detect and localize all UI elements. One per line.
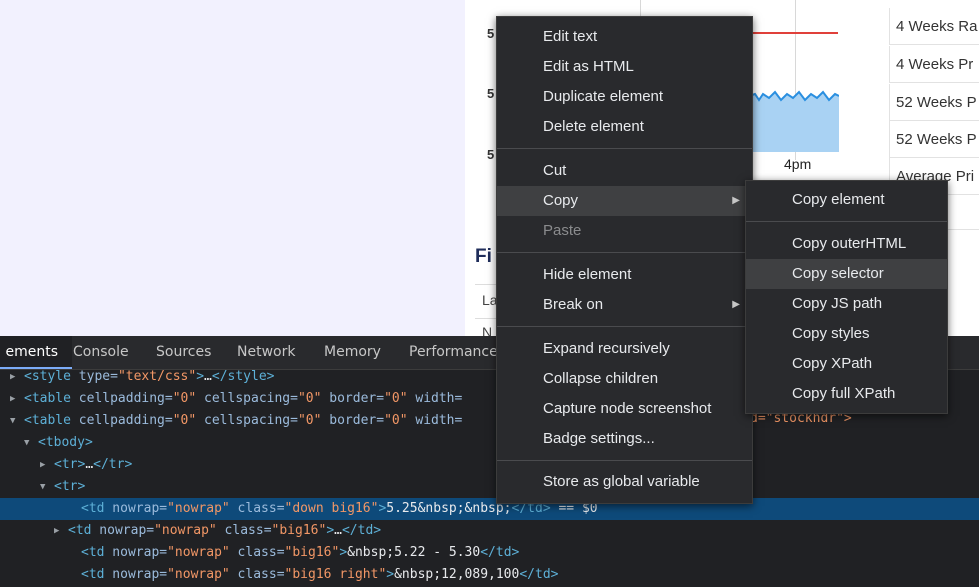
menu-item-badge-settings[interactable]: Badge settings...: [497, 424, 752, 454]
y-axis-label: 5: [487, 147, 495, 162]
dom-node-code: <table cellpadding="0" cellspacing="0" b…: [24, 413, 463, 428]
table-row: 52 Weeks P: [889, 84, 979, 121]
table-row: 4 Weeks Pr: [889, 46, 979, 83]
menu-item-expand-recursively[interactable]: Expand recursively: [497, 334, 752, 364]
dom-node[interactable]: ▶ <td nowrap="nowrap" class="big16">…</td…: [0, 520, 979, 542]
menu-separator: [497, 326, 752, 327]
dom-node-code: <tbody>: [38, 435, 93, 450]
page-background: [0, 0, 465, 336]
menu-item-copy[interactable]: Copy ▶: [497, 186, 752, 216]
y-axis-label: 5: [487, 86, 495, 101]
menu-item-copy-outerhtml[interactable]: Copy outerHTML: [746, 229, 947, 259]
dom-node[interactable]: <td nowrap="nowrap" class="big16">&nbsp;…: [0, 542, 979, 564]
menu-item-copy-label: Copy: [543, 192, 579, 209]
menu-item-collapse-children[interactable]: Collapse children: [497, 364, 752, 394]
dom-node-code: <td nowrap="nowrap" class="big16">…</td>: [68, 523, 382, 538]
menu-item-hide-element[interactable]: Hide element: [497, 260, 752, 290]
menu-item-capture-node-screenshot[interactable]: Capture node screenshot: [497, 394, 752, 424]
menu-item-copy-js-path[interactable]: Copy JS path: [746, 289, 947, 319]
expand-triangle-icon[interactable]: ▶: [54, 520, 59, 542]
menu-item-duplicate-element[interactable]: Duplicate element: [497, 82, 752, 112]
expand-triangle-icon[interactable]: ▶: [40, 454, 45, 476]
x-axis-label: 4pm: [784, 156, 812, 172]
dom-node-code: <td nowrap="nowrap" class="big16">&nbsp;…: [81, 545, 520, 560]
submenu-arrow-icon: ▶: [732, 299, 740, 310]
menu-item-cut[interactable]: Cut: [497, 156, 752, 186]
menu-item-copy-element[interactable]: Copy element: [746, 185, 947, 215]
menu-item-store-as-global-variable[interactable]: Store as global variable: [497, 467, 752, 497]
menu-separator: [497, 252, 752, 253]
collapse-triangle-icon[interactable]: ▼: [24, 432, 29, 454]
menu-separator: [746, 221, 947, 222]
tab-elements[interactable]: ements: [0, 336, 72, 369]
dom-node-code: <table cellpadding="0" cellspacing="0" b…: [24, 391, 463, 406]
menu-item-copy-styles[interactable]: Copy styles: [746, 319, 947, 349]
tab-sources[interactable]: Sources: [156, 336, 211, 369]
tab-console[interactable]: Console: [73, 336, 129, 369]
dom-node-code: <tr>…</tr>: [54, 457, 133, 472]
menu-item-break-on-label: Break on: [543, 296, 604, 313]
dom-node-code: <td nowrap="nowrap" class="big16 right">…: [81, 567, 559, 582]
menu-separator: [497, 460, 752, 461]
expand-triangle-icon[interactable]: ▶: [10, 388, 15, 410]
submenu-arrow-icon: ▶: [732, 195, 740, 206]
dom-node[interactable]: ▼ <tr>: [0, 476, 979, 498]
menu-item-delete-element[interactable]: Delete element: [497, 112, 752, 142]
dom-node-code: <tr>: [54, 479, 86, 494]
table-row: 52 Weeks P: [889, 121, 979, 158]
copy-submenu: Copy element Copy outerHTML Copy selecto…: [745, 180, 948, 414]
dom-node[interactable]: ▼ <tbody>: [0, 432, 979, 454]
y-axis-label: 5: [487, 26, 495, 41]
dom-node-selected[interactable]: <td nowrap="nowrap" class="down big16">5…: [0, 498, 979, 520]
collapse-triangle-icon[interactable]: ▼: [40, 476, 45, 498]
menu-item-edit-text[interactable]: Edit text: [497, 22, 752, 52]
menu-separator: [497, 148, 752, 149]
tab-network[interactable]: Network: [237, 336, 295, 369]
menu-item-copy-selector[interactable]: Copy selector: [746, 259, 947, 289]
context-menu: Edit text Edit as HTML Duplicate element…: [496, 16, 753, 504]
expand-triangle-icon[interactable]: ▶: [10, 366, 15, 388]
menu-item-copy-xpath[interactable]: Copy XPath: [746, 349, 947, 379]
dom-node[interactable]: <td nowrap="nowrap" class="big16 right">…: [0, 564, 979, 586]
menu-item-copy-full-xpath[interactable]: Copy full XPath: [746, 379, 947, 409]
dom-node[interactable]: ▶ <tr>…</tr>: [0, 454, 979, 476]
section-title: Fi: [475, 246, 492, 267]
collapse-triangle-icon[interactable]: ▼: [10, 410, 15, 432]
price-area: [749, 90, 839, 152]
menu-item-edit-as-html[interactable]: Edit as HTML: [497, 52, 752, 82]
reference-line: [745, 32, 838, 34]
tab-memory[interactable]: Memory: [324, 336, 381, 369]
table-cell: N: [482, 324, 493, 336]
dom-node-code: <style type="text/css">…</style>: [24, 369, 275, 384]
tab-performance[interactable]: Performance: [409, 336, 498, 369]
menu-item-paste[interactable]: Paste: [497, 216, 752, 246]
menu-item-break-on[interactable]: Break on ▶: [497, 290, 752, 320]
table-row: 4 Weeks Ra: [889, 8, 979, 45]
